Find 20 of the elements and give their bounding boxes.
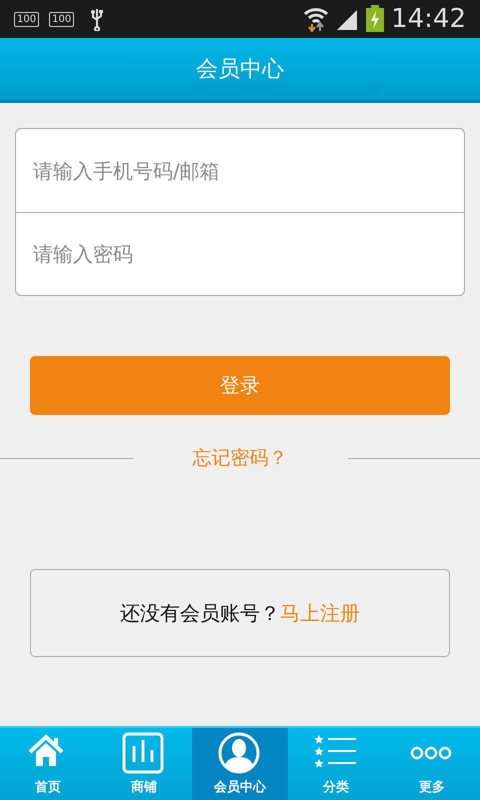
nav-tab[interactable]: 更多 (384, 728, 480, 800)
clock-time: 14:42 (391, 4, 466, 34)
nav-tab[interactable]: 会员中心 (192, 728, 288, 800)
wifi-icon (303, 6, 330, 32)
password-field[interactable]: 请输入密码 (15, 212, 465, 296)
register-text: 还没有会员账号？ (120, 600, 280, 626)
forgot-password-link[interactable]: 忘记密码？ (132, 445, 348, 471)
nav-tab[interactable]: 分类 (288, 728, 384, 800)
nav-tab[interactable]: 首页 (0, 728, 96, 800)
bar-chart-icon (122, 732, 166, 774)
login-button[interactable]: 登录 (30, 356, 450, 415)
register-link[interactable]: 马上注册 (280, 600, 360, 626)
battery-level-badge: 100 (14, 12, 40, 26)
battery-icon (365, 5, 386, 33)
battery-level-badge: 100 (49, 12, 74, 26)
usb-icon (90, 7, 104, 31)
account-field[interactable]: 请输入手机号码/邮箱 (15, 128, 465, 212)
page-title: 会员中心 (196, 56, 284, 84)
user-avatar-icon (218, 732, 262, 774)
nav-tab[interactable]: 商铺 (96, 728, 192, 800)
